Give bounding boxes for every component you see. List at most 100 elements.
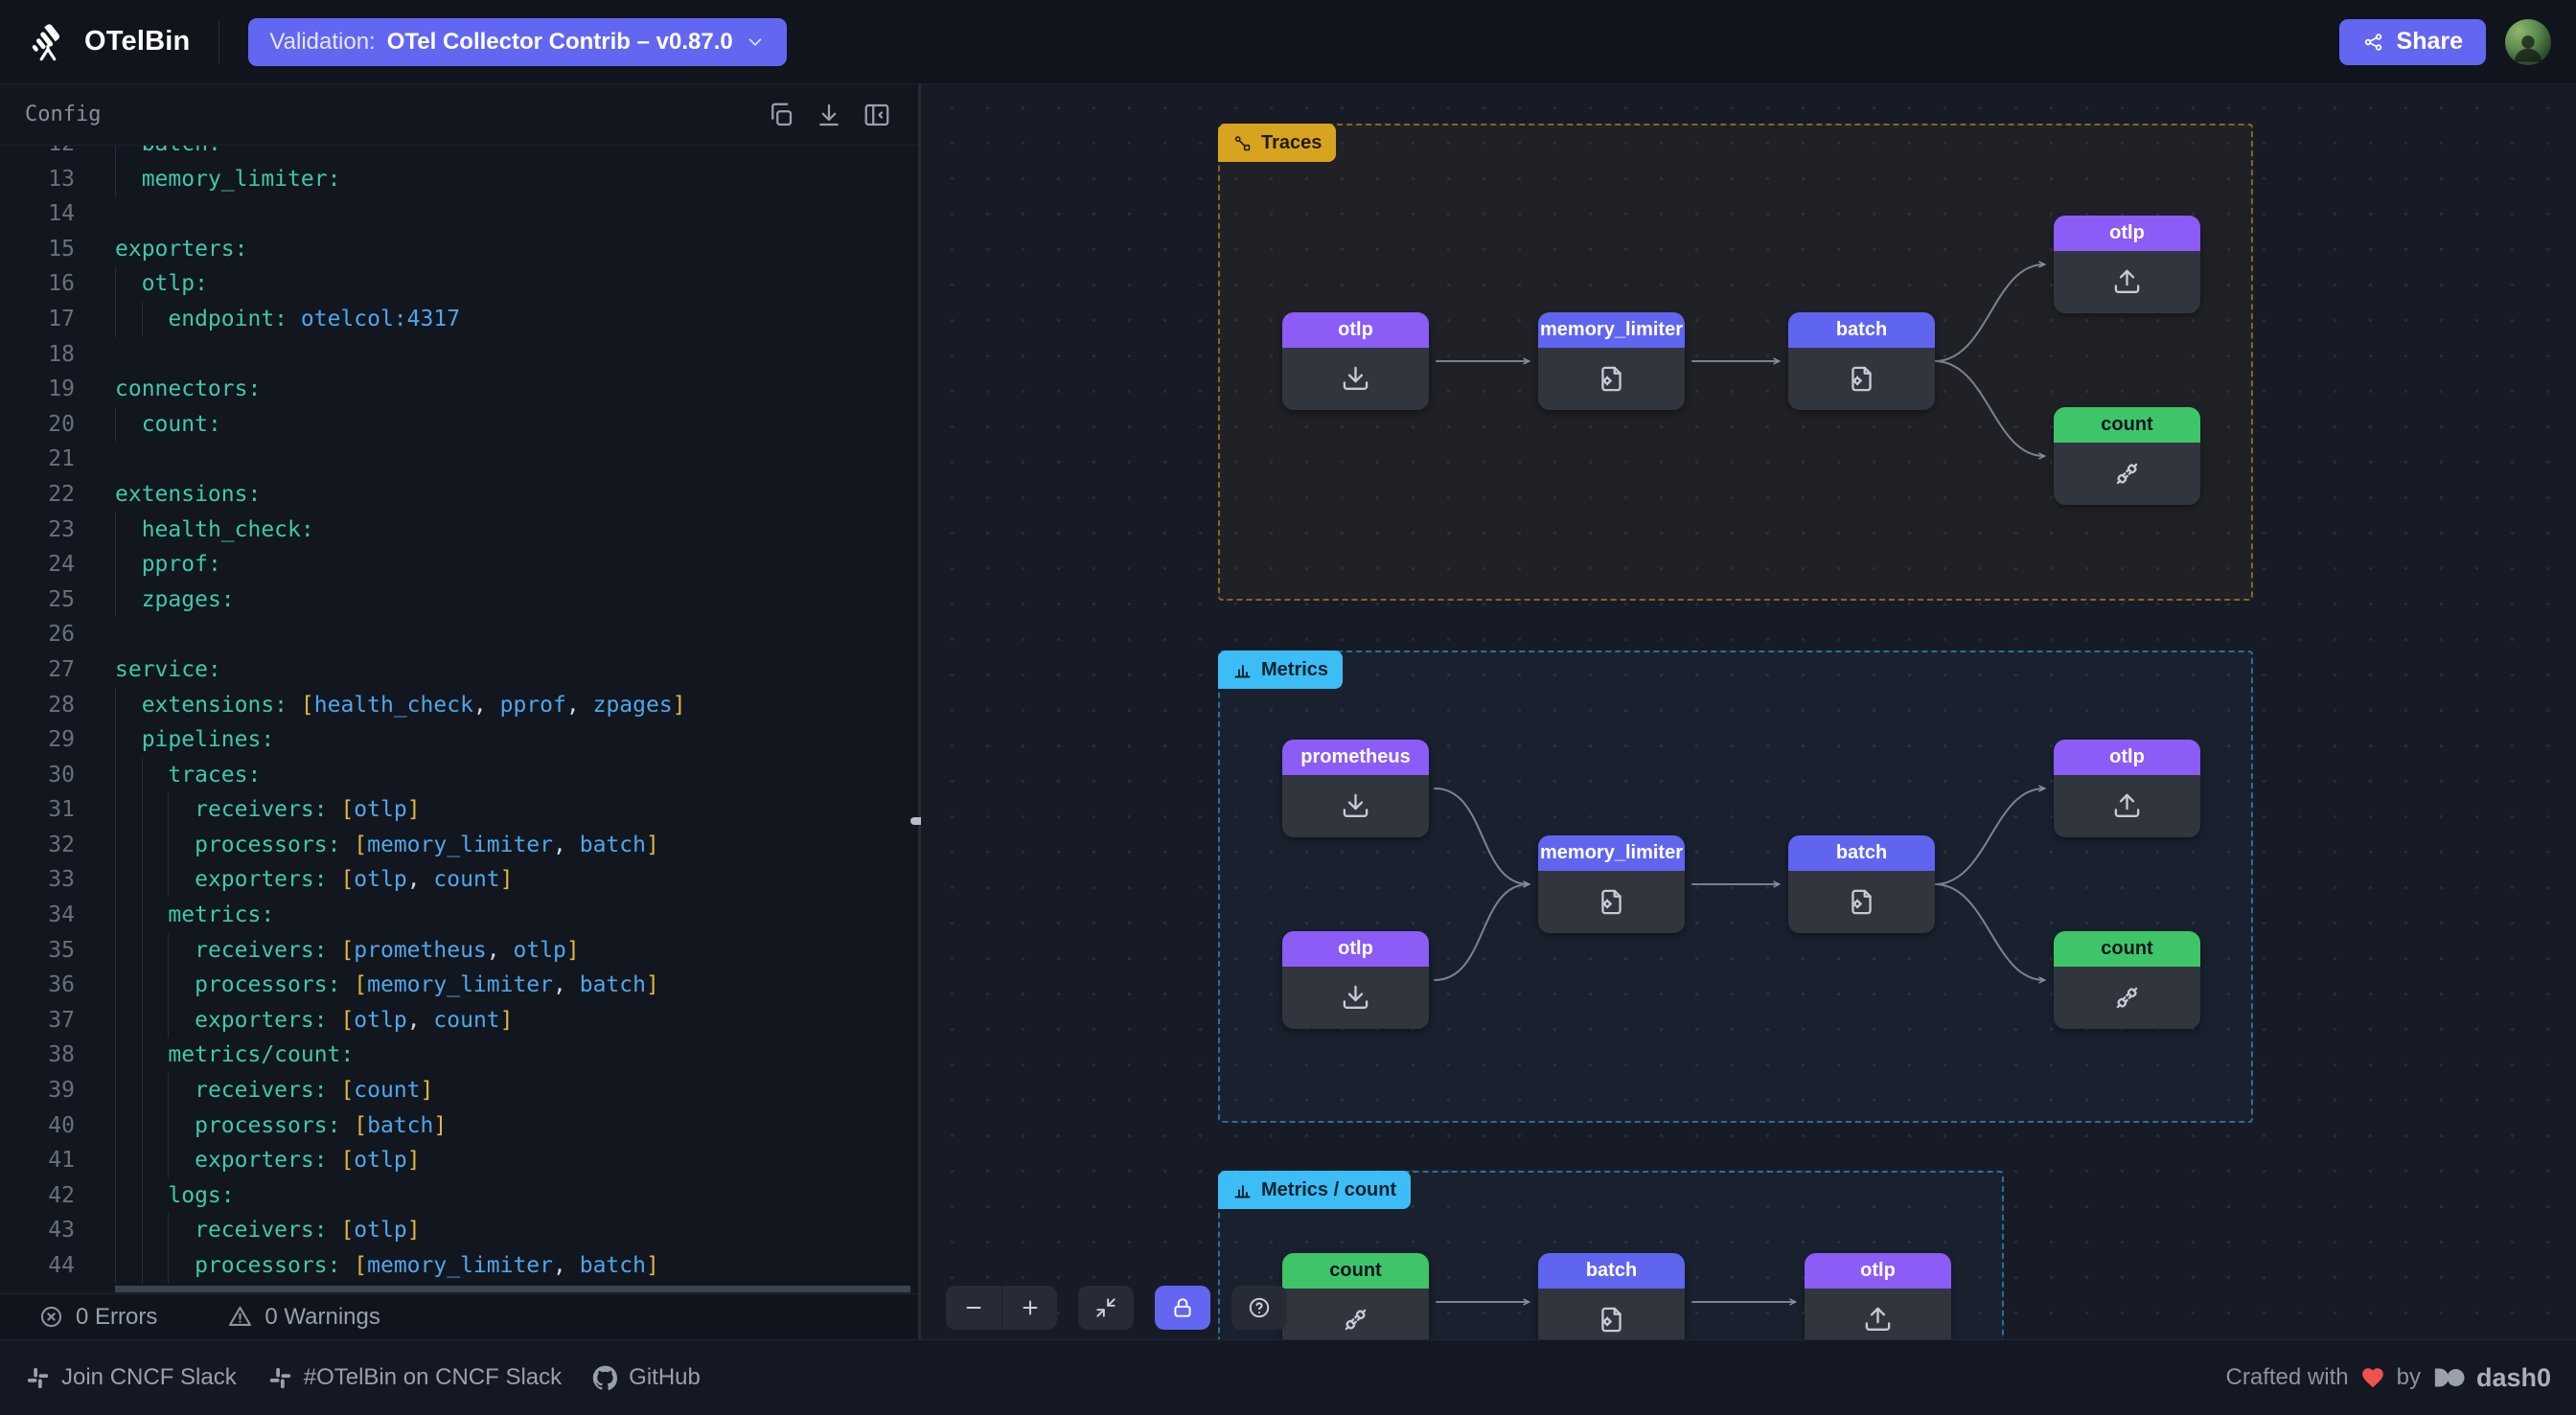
user-avatar[interactable] <box>2505 19 2551 65</box>
node-connector-count[interactable]: count <box>2054 407 2200 505</box>
dash0-brand[interactable]: dash0 <box>2476 1363 2551 1393</box>
node-body <box>1282 348 1429 410</box>
file-cog-icon <box>1847 887 1876 917</box>
fit-view-button[interactable] <box>1078 1286 1134 1330</box>
node-label: batch <box>1788 312 1935 348</box>
node-label: count <box>1282 1253 1429 1289</box>
node-processor-batch[interactable]: batch <box>1788 312 1935 410</box>
join-cncf-slack-link[interactable]: Join CNCF Slack <box>25 1364 237 1391</box>
share-button[interactable]: Share <box>2339 19 2486 65</box>
plug-icon <box>1341 1305 1370 1335</box>
indent-guide <box>115 1143 116 1178</box>
zoom-in-button[interactable] <box>1001 1286 1057 1330</box>
node-body <box>1282 967 1429 1029</box>
node-body <box>1788 871 1935 933</box>
indent-guide <box>168 1003 169 1038</box>
metrics-group-label[interactable]: Metrics <box>1218 650 1343 689</box>
indent-guide <box>115 758 116 793</box>
group-label: Traces <box>1261 132 1322 154</box>
scrollbar-handle[interactable] <box>115 1286 910 1292</box>
line-number: 40 <box>0 1108 75 1144</box>
download-config-button[interactable] <box>813 99 845 131</box>
help-button[interactable] <box>1231 1286 1287 1330</box>
line-number: 25 <box>0 582 75 618</box>
canvas-toolbar <box>946 1286 1287 1330</box>
zoom-out-button[interactable] <box>946 1286 1001 1330</box>
traces-group-label[interactable]: Traces <box>1218 124 1336 162</box>
otelbin-slack-link[interactable]: #OTelBin on CNCF Slack <box>267 1364 562 1391</box>
node-exporter-otlp[interactable]: otlp <box>1805 1253 1951 1339</box>
group-label: Metrics <box>1261 659 1328 681</box>
upload-tray-icon <box>2112 267 2142 297</box>
node-processor-memory_limiter[interactable]: memory_limiter <box>1538 312 1685 410</box>
editor-horizontal-scrollbar[interactable] <box>0 1285 918 1293</box>
line-number: 30 <box>0 758 75 793</box>
indent-guide <box>115 513 116 548</box>
footer-link-label: Join CNCF Slack <box>61 1364 237 1391</box>
editor-line: 40 processors: [batch] <box>0 1108 918 1144</box>
line-number: 32 <box>0 828 75 863</box>
github-link[interactable]: GitHub <box>592 1364 701 1391</box>
line-number: 19 <box>0 372 75 407</box>
node-receiver-prometheus[interactable]: prometheus <box>1282 740 1429 837</box>
heart-icon <box>2360 1365 2385 1390</box>
indent-guide <box>142 933 143 969</box>
validation-dropdown[interactable]: Validation: OTel Collector Contrib – v0.… <box>248 18 786 66</box>
plug-icon <box>2112 983 2142 1013</box>
app-footer: Join CNCF Slack #OTelBin on CNCF Slack Git… <box>0 1339 2576 1415</box>
triangle-alert-icon <box>227 1304 253 1330</box>
metrics-count-group-label[interactable]: Metrics / count <box>1218 1171 1411 1209</box>
indent-guide <box>168 1248 169 1284</box>
minus-icon <box>961 1295 986 1320</box>
node-processor-batch[interactable]: batch <box>1788 835 1935 933</box>
indent-guide <box>142 1073 143 1108</box>
collapse-panel-button[interactable] <box>861 99 893 131</box>
node-label: count <box>2054 931 2200 967</box>
indent-guide <box>115 1248 116 1284</box>
indent-guide <box>168 862 169 898</box>
indent-guide <box>115 898 116 933</box>
line-number: 20 <box>0 407 75 443</box>
line-number: 29 <box>0 722 75 758</box>
yaml-code-editor[interactable]: 12 batch:13 memory_limiter:1415exporters… <box>0 146 918 1285</box>
node-processor-memory_limiter[interactable]: memory_limiter <box>1538 835 1685 933</box>
node-connector-count[interactable]: count <box>2054 931 2200 1029</box>
route-icon <box>1232 133 1253 153</box>
node-receiver-otlp[interactable]: otlp <box>1282 931 1429 1029</box>
line-number: 18 <box>0 337 75 373</box>
node-exporter-otlp[interactable]: otlp <box>2054 740 2200 837</box>
node-connector-count[interactable]: count <box>1282 1253 1429 1339</box>
lock-button[interactable] <box>1155 1286 1210 1330</box>
editor-line: 14 <box>0 196 918 232</box>
editor-line: 17 endpoint: otelcol:4317 <box>0 302 918 337</box>
line-number: 36 <box>0 968 75 1003</box>
footer-link-label: GitHub <box>629 1364 701 1391</box>
config-panel-header: Config <box>0 84 918 146</box>
indent-guide <box>142 828 143 863</box>
errors-status[interactable]: 0 Errors <box>38 1304 157 1331</box>
dash0-logo-icon <box>2432 1366 2465 1389</box>
node-exporter-otlp[interactable]: otlp <box>2054 216 2200 313</box>
editor-line: 20 count: <box>0 407 918 443</box>
editor-line: 29 pipelines: <box>0 722 918 758</box>
node-processor-batch[interactable]: batch <box>1538 1253 1685 1339</box>
warnings-status[interactable]: 0 Warnings <box>227 1304 380 1331</box>
crafted-by: Crafted with by dash0 <box>2226 1363 2551 1393</box>
download-tray-icon <box>1341 983 1370 1013</box>
node-body <box>2054 251 2200 313</box>
copy-config-button[interactable] <box>765 99 797 131</box>
line-number: 39 <box>0 1073 75 1108</box>
indent-guide <box>115 547 116 582</box>
line-number: 42 <box>0 1178 75 1214</box>
indent-guide <box>142 1003 143 1038</box>
node-body <box>1805 1289 1951 1339</box>
node-receiver-otlp[interactable]: otlp <box>1282 312 1429 410</box>
upload-tray-icon <box>1863 1305 1893 1335</box>
node-body <box>2054 967 2200 1029</box>
help-icon <box>1247 1295 1272 1320</box>
indent-guide <box>168 968 169 1003</box>
editor-line: 38 metrics/count: <box>0 1038 918 1073</box>
config-actions <box>765 99 893 131</box>
pipeline-canvas[interactable]: Traces Metrics Metrics / count otlp memory_… <box>921 84 2576 1339</box>
line-number: 44 <box>0 1248 75 1284</box>
